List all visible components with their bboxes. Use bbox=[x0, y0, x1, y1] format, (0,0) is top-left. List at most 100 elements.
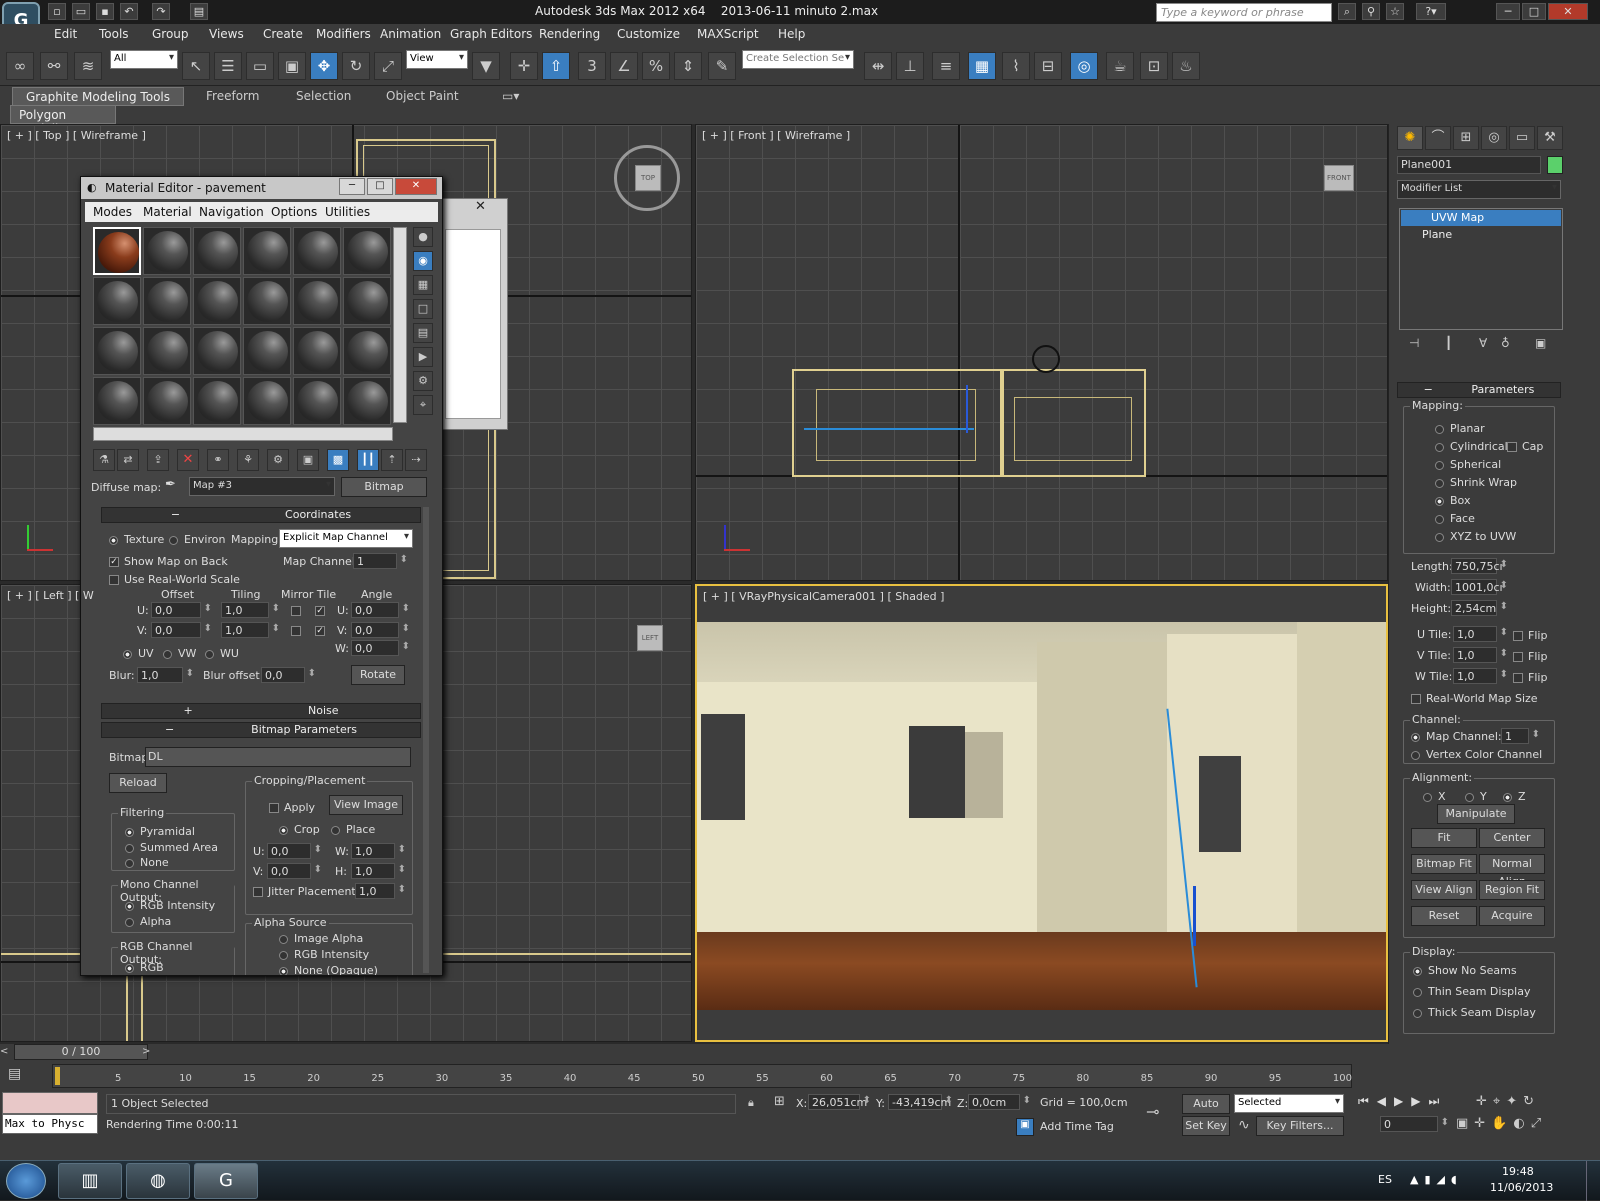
utilities-tab-icon[interactable]: ⚒ bbox=[1537, 126, 1563, 150]
render-production-icon[interactable]: ♨ bbox=[1172, 52, 1200, 80]
material-editor-icon[interactable]: ◎ bbox=[1070, 52, 1098, 80]
material-slot[interactable] bbox=[293, 227, 341, 275]
alpha-radio[interactable]: Alpha bbox=[125, 915, 171, 928]
time-tag-icon[interactable]: ▣ bbox=[1016, 1118, 1034, 1136]
vertex-color-radio[interactable]: Vertex Color Channel bbox=[1411, 748, 1542, 761]
select-object-icon[interactable]: ↖ bbox=[182, 52, 210, 80]
show-shaded-icon[interactable]: ▣ bbox=[297, 449, 319, 471]
get-material-icon[interactable]: ⚗ bbox=[93, 449, 115, 471]
cp-map-channel-spinner[interactable]: 1 bbox=[1501, 728, 1540, 744]
material-slot[interactable] bbox=[143, 227, 191, 275]
material-slot[interactable] bbox=[293, 377, 341, 425]
me-menu-utilities[interactable]: Utilities bbox=[325, 205, 370, 219]
mapping-type-radio[interactable]: Spherical bbox=[1435, 458, 1501, 471]
align-z-radio[interactable]: Z bbox=[1503, 790, 1526, 803]
mapping-type-radio[interactable]: Face bbox=[1435, 512, 1475, 525]
none-opaque-radio[interactable]: None (Opaque) bbox=[279, 964, 378, 975]
remove-modifier-icon[interactable]: ♁ bbox=[1501, 336, 1510, 350]
me-minimize-button[interactable]: ─ bbox=[339, 178, 365, 195]
make-unique-stack-icon[interactable]: ∀ bbox=[1479, 336, 1487, 350]
mirror-icon[interactable]: ⇹ bbox=[864, 52, 892, 80]
mapping-type-radio[interactable]: Cylindrical bbox=[1435, 440, 1508, 453]
create-tab-icon[interactable]: ✺ bbox=[1397, 126, 1423, 150]
material-slot[interactable] bbox=[143, 377, 191, 425]
motion-tab-icon[interactable]: ◎ bbox=[1481, 126, 1507, 150]
rgb-radio[interactable]: RGB bbox=[125, 961, 164, 974]
viewport-front[interactable]: [ + ] [ Front ] [ Wireframe ] FRONT bbox=[695, 124, 1388, 581]
reference-coord-dropdown[interactable]: View bbox=[406, 50, 468, 69]
region-fit-button[interactable]: Region Fit bbox=[1479, 880, 1545, 900]
material-id-channel-icon[interactable]: ⚙ bbox=[267, 449, 289, 471]
crop-w-spinner[interactable]: 1,0 bbox=[351, 843, 406, 859]
put-to-scene-icon[interactable]: ⇄ bbox=[117, 449, 139, 471]
select-by-name-icon[interactable]: ☰ bbox=[214, 52, 242, 80]
current-frame-field[interactable]: 0 bbox=[1380, 1116, 1449, 1132]
mapping-type-radio[interactable]: Box bbox=[1435, 494, 1470, 507]
alpha-rgb-intensity-radio[interactable]: RGB Intensity bbox=[279, 948, 369, 961]
menu-animation[interactable]: Animation bbox=[380, 27, 441, 41]
time-slider-left-icon[interactable]: < bbox=[0, 1046, 12, 1060]
material-slot[interactable] bbox=[243, 377, 291, 425]
select-manipulate-icon[interactable]: ✛ bbox=[510, 52, 538, 80]
show-end-result-icon[interactable]: ┃┃ bbox=[357, 449, 379, 471]
uv-tiling-icon[interactable]: □ bbox=[413, 299, 433, 319]
set-key-button[interactable]: Set Key bbox=[1182, 1116, 1230, 1136]
menu-graph-editors[interactable]: Graph Editors bbox=[450, 27, 532, 41]
ribbon-options-icon[interactable]: ▭▾ bbox=[494, 87, 527, 106]
maxscript-mini-listener[interactable]: Max to Physc bbox=[2, 1114, 98, 1134]
panel-polygon-modeling[interactable]: Polygon Modeling bbox=[10, 105, 116, 136]
material-slot[interactable] bbox=[343, 227, 391, 275]
menu-tools[interactable]: Tools bbox=[99, 27, 129, 41]
modifier-list-dropdown[interactable]: Modifier List bbox=[1397, 180, 1561, 199]
explorer-taskbar-icon[interactable]: ▥ bbox=[58, 1163, 122, 1199]
curve-editor-mini-icon[interactable]: ▤ bbox=[8, 1066, 34, 1086]
reset-button[interactable]: Reset bbox=[1411, 906, 1477, 926]
maxscript-listener-pink[interactable] bbox=[2, 1092, 98, 1114]
select-rotate-icon[interactable]: ↻ bbox=[342, 52, 370, 80]
me-maximize-button[interactable]: □ bbox=[367, 178, 393, 195]
add-time-tag[interactable]: Add Time Tag bbox=[1040, 1120, 1114, 1133]
crop-h-spinner[interactable]: 1,0 bbox=[351, 863, 406, 879]
material-editor-titlebar[interactable]: ◐ Material Editor - pavement ─ □ ✕ bbox=[81, 177, 442, 199]
real-world-map-size-checkbox[interactable]: Real-World Map Size bbox=[1411, 692, 1538, 705]
assign-to-selection-icon[interactable]: ⇪ bbox=[147, 449, 169, 471]
utile-spinner[interactable]: 1,0 bbox=[1453, 626, 1508, 642]
maximize-button[interactable]: □ bbox=[1522, 3, 1546, 20]
material-slot[interactable] bbox=[93, 277, 141, 325]
stack-item-plane[interactable]: Plane bbox=[1422, 228, 1452, 241]
me-menu-material[interactable]: Material bbox=[143, 205, 192, 219]
crop-u-spinner[interactable]: 0,0 bbox=[267, 843, 322, 859]
material-editor-window[interactable]: ◐ Material Editor - pavement ─ □ ✕ Modes… bbox=[80, 176, 443, 976]
show-desktop-button[interactable] bbox=[1586, 1161, 1600, 1201]
material-slot[interactable] bbox=[143, 277, 191, 325]
normal-align-button[interactable]: Normal Align bbox=[1479, 854, 1545, 888]
bitmap-params-rollout-header[interactable]: − Bitmap Parameters bbox=[101, 722, 421, 738]
key-filters-button[interactable]: Key Filters... bbox=[1256, 1116, 1344, 1136]
menu-customize[interactable]: Customize bbox=[617, 27, 680, 41]
w-angle-spinner[interactable]: 0,0 bbox=[351, 640, 410, 656]
align-icon[interactable]: ⊥ bbox=[896, 52, 924, 80]
v-mirror-checkbox[interactable] bbox=[291, 624, 306, 637]
undo-icon[interactable]: ↶ bbox=[120, 3, 138, 20]
material-slot[interactable] bbox=[343, 277, 391, 325]
me-menu-modes[interactable]: Modes bbox=[93, 205, 132, 219]
project-folder-icon[interactable]: ▤ bbox=[190, 3, 208, 20]
mapping-type-radio[interactable]: Planar bbox=[1435, 422, 1485, 435]
material-slot[interactable] bbox=[93, 377, 141, 425]
wu-radio[interactable]: WU bbox=[205, 647, 239, 660]
stack-item-uvw-map[interactable]: UVW Map bbox=[1401, 210, 1561, 226]
u-offset-spinner[interactable]: 0,0 bbox=[151, 602, 212, 618]
noise-rollout-header[interactable]: + Noise bbox=[101, 703, 421, 719]
put-to-library-icon[interactable]: ⚘ bbox=[237, 449, 259, 471]
none-filter-radio[interactable]: None bbox=[125, 856, 169, 869]
width-spinner[interactable]: 1001,0cı bbox=[1451, 579, 1508, 595]
tab-selection[interactable]: Selection bbox=[288, 87, 359, 106]
slots-hscroll[interactable] bbox=[93, 427, 393, 441]
start-button-icon[interactable] bbox=[6, 1163, 46, 1199]
mapping-type-radio[interactable]: XYZ to UVW bbox=[1435, 530, 1516, 543]
time-slider-right-icon[interactable]: > bbox=[142, 1046, 154, 1060]
viewport-left-label[interactable]: [ + ] [ Left ] [ W bbox=[7, 589, 94, 602]
options-icon[interactable]: ⚙ bbox=[413, 371, 433, 391]
view-image-button[interactable]: View Image bbox=[329, 795, 403, 815]
redo-icon[interactable]: ↷ bbox=[152, 3, 170, 20]
